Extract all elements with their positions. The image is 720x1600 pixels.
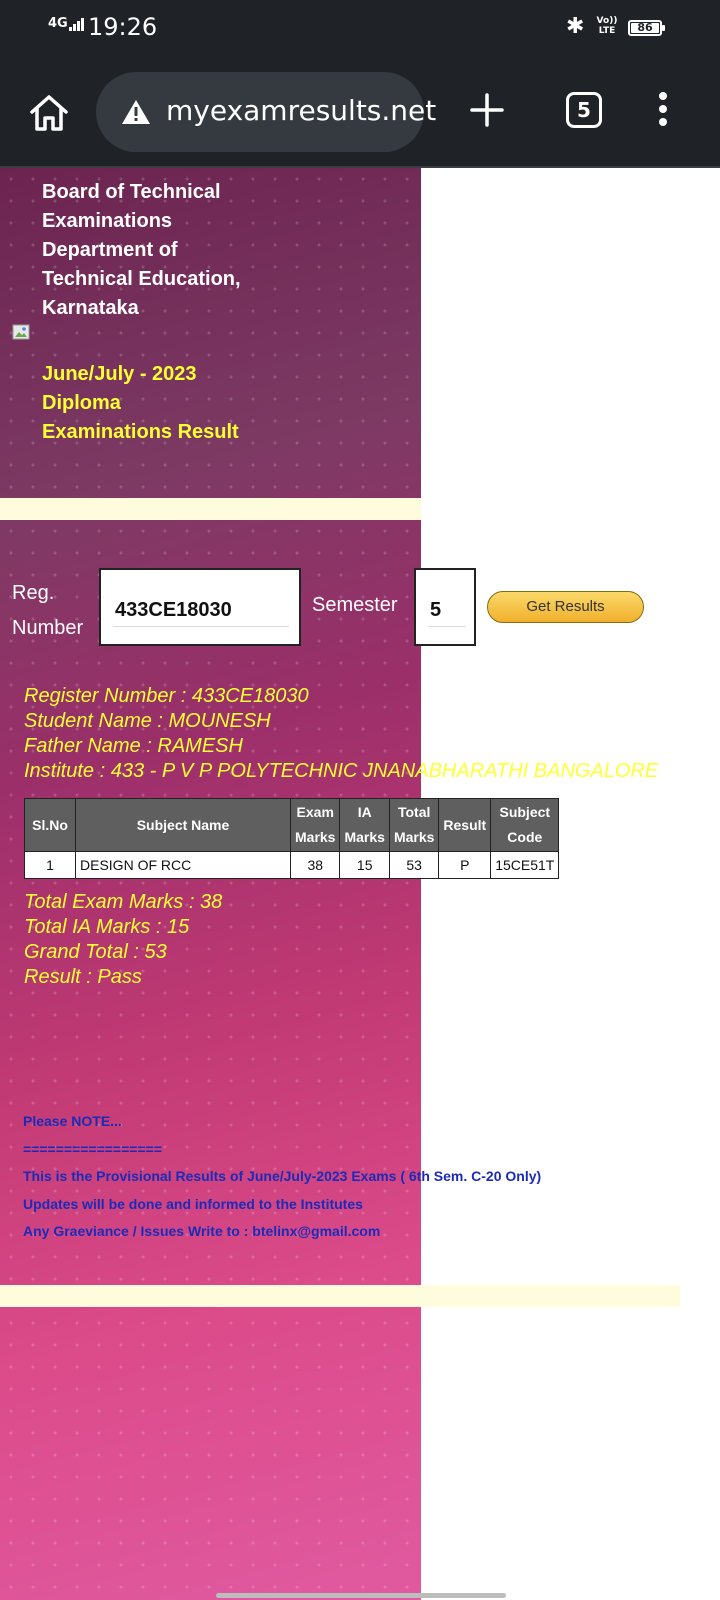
header-total-marks: Total Marks	[388, 798, 440, 852]
header-subject-name: Subject Name	[75, 798, 291, 852]
cell-result: P	[438, 851, 492, 879]
divider-strip-bottom	[0, 1285, 680, 1307]
total-ia-marks: Total IA Marks : 15	[24, 916, 190, 938]
home-gesture-bar[interactable]	[216, 1593, 506, 1598]
board-title: Board of Technical Examinations Departme…	[42, 181, 241, 319]
network-type: 4G	[48, 16, 68, 31]
new-tab-icon[interactable]	[470, 93, 504, 127]
battery-icon: 86	[628, 20, 665, 36]
tab-switcher-button[interactable]: 5	[566, 92, 602, 128]
url-text[interactable]: myexamresults.net	[166, 94, 436, 127]
home-icon[interactable]	[28, 92, 70, 134]
header-ia-marks: IA Marks	[339, 798, 390, 852]
cell-subject-code: 15CE51T	[490, 851, 560, 879]
cell-ia-marks: 15	[339, 851, 390, 879]
bluetooth-icon: ✱	[566, 14, 585, 39]
clock: 19:26	[88, 13, 158, 41]
reg-number-box	[99, 568, 301, 646]
note-contact: Any Graeviance / Issues Write to : bteli…	[23, 1223, 381, 1239]
more-menu-icon[interactable]	[656, 92, 670, 132]
reg-number-label: Reg. Number	[12, 576, 83, 646]
cell-slno: 1	[24, 851, 76, 879]
semester-label: Semester	[312, 594, 398, 616]
overall-result: Result : Pass	[24, 966, 142, 988]
institute-name: Institute : 433 - P V P POLYTECHNIC JNAN…	[24, 760, 659, 782]
page-header: Board of Technical Examinations Departme…	[0, 168, 421, 498]
results-table: Sl.No Subject Name Exam Marks IA Marks Tot…	[24, 798, 560, 879]
totals-summary: Total Exam Marks : 38 Total IA Marks : 1…	[24, 890, 222, 990]
register-number: Register Number : 433CE18030	[24, 685, 309, 707]
cell-exam-marks: 38	[289, 851, 341, 879]
reg-number-input[interactable]	[113, 594, 289, 627]
address-bar[interactable]: myexamresults.net	[96, 72, 436, 152]
notice-block: Please NOTE... ================= This is…	[23, 1108, 541, 1246]
total-exam-marks: Total Exam Marks : 38	[24, 891, 223, 913]
reg-label-line2: Number	[12, 617, 84, 639]
grand-total: Grand Total : 53	[24, 941, 167, 963]
header-subject-code: Subject Code	[490, 798, 560, 852]
cell-total-marks: 53	[388, 851, 440, 879]
signal-icon	[68, 16, 85, 31]
battery-level: 86	[631, 22, 659, 33]
reg-label-line1: Reg.	[12, 582, 55, 604]
father-name: Father Name : RAMESH	[24, 735, 243, 757]
table-row: 1 DESIGN OF RCC 38 15 53 P 15CE51T	[24, 851, 560, 879]
note-provisional: This is the Provisional Results of June/…	[23, 1168, 542, 1184]
table-header-row: Sl.No Subject Name Exam Marks IA Marks Tot…	[24, 798, 560, 852]
network-indicator: 4G	[48, 16, 85, 31]
status-bar: 4G 19:26 ✱ Vo)) LTE 86	[0, 0, 720, 56]
note-heading: Please NOTE...	[23, 1113, 122, 1129]
get-results-button[interactable]: Get Results	[487, 591, 644, 623]
student-info: Register Number : 433CE18030 Student Nam…	[24, 684, 658, 784]
warning-icon[interactable]	[120, 98, 152, 126]
broken-image-icon	[12, 324, 30, 340]
divider-strip	[0, 498, 421, 520]
semester-box	[414, 568, 476, 646]
header-slno: Sl.No	[24, 798, 76, 852]
cell-subject-name: DESIGN OF RCC	[75, 851, 291, 879]
volte-icon: Vo)) LTE	[596, 16, 618, 36]
browser-toolbar: myexamresults.net 5	[0, 56, 720, 168]
exam-title: June/July - 2023 Diploma Examinations Re…	[42, 363, 239, 443]
web-page: Board of Technical Examinations Departme…	[0, 168, 720, 1600]
header-exam-marks: Exam Marks	[289, 798, 341, 852]
student-name: Student Name : MOUNESH	[24, 710, 271, 732]
semester-input[interactable]	[428, 594, 466, 627]
note-separator: =================	[23, 1140, 162, 1157]
header-result: Result	[438, 798, 492, 852]
note-updates: Updates will be done and informed to the…	[23, 1195, 363, 1212]
